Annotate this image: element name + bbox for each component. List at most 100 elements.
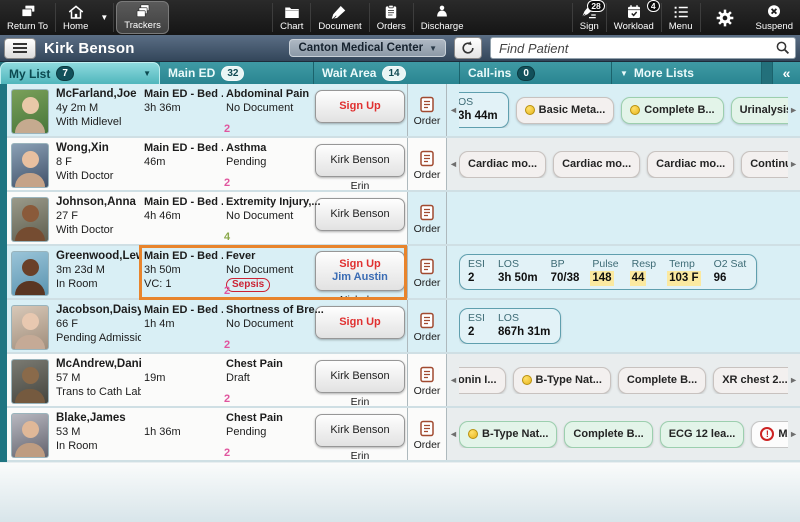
patient-name[interactable]: Wong,Xin: [56, 141, 138, 155]
result-chip[interactable]: onin I...: [459, 366, 506, 394]
sepsis-flag[interactable]: Sepsis: [226, 278, 271, 292]
scroll-right-icon[interactable]: ►: [789, 373, 798, 387]
suspend-button[interactable]: Suspend: [749, 0, 800, 35]
vitals-chip[interactable]: OS 3h 44m: [459, 92, 509, 128]
vitals-chip[interactable]: ESI 2 LOS 867h 31m: [459, 308, 562, 344]
facility-selector[interactable]: Canton Medical Center ▼: [289, 39, 446, 57]
result-chip[interactable]: Complete B...: [617, 366, 707, 394]
chief-complaint: Fever: [226, 250, 256, 262]
tab-wait-area[interactable]: Wait Area 14: [314, 62, 460, 84]
settings-button[interactable]: [701, 0, 749, 35]
provider-assign-button[interactable]: Kirk Benson: [315, 198, 405, 231]
patient-row[interactable]: Johnson,Anna 27 F With Doctor Main ED - …: [7, 192, 800, 246]
patient-photo[interactable]: [11, 305, 49, 350]
search-input[interactable]: [490, 37, 796, 59]
tab-my-list[interactable]: My List 7 ▼: [0, 62, 160, 84]
patient-photo[interactable]: [11, 89, 49, 134]
provider-assign-button[interactable]: Sign Up: [315, 90, 405, 123]
scroll-left-icon[interactable]: ◄: [449, 103, 458, 117]
patient-photo[interactable]: [11, 413, 49, 458]
result-chip[interactable]: Complete B...: [621, 96, 724, 124]
search-icon[interactable]: [774, 39, 792, 57]
provider-assign-button[interactable]: Kirk Benson: [315, 360, 405, 393]
patient-name[interactable]: Blake,James: [56, 411, 138, 425]
refresh-button[interactable]: [454, 37, 482, 59]
home-dropdown-caret[interactable]: ▼: [95, 0, 113, 35]
patient-photo[interactable]: [11, 143, 49, 188]
vitals-chip[interactable]: ESI 2 LOS 3h 50m BP 70/38 Pulse 148 Resp 44 Temp 10…: [459, 254, 758, 290]
patient-photo[interactable]: [11, 197, 49, 242]
patient-status: In Room: [56, 440, 98, 452]
vc-count: [144, 385, 220, 399]
return-to-button[interactable]: Return To: [0, 0, 55, 35]
toolbar-label: Orders: [376, 20, 406, 32]
discharge-button[interactable]: Discharge: [414, 0, 471, 35]
patient-name[interactable]: McAndrew,Daniel: [56, 357, 151, 371]
result-chip[interactable]: Continuous...: [741, 150, 788, 178]
patient-row[interactable]: Jacobson,Daisy 66 F Pending Admission Ma…: [7, 300, 800, 354]
result-chip[interactable]: Complete B...: [564, 420, 653, 448]
menu-button[interactable]: Menu: [662, 0, 700, 35]
trackers-button[interactable]: Trackers: [116, 1, 169, 34]
vital-column: Resp 44: [629, 258, 657, 286]
result-chip[interactable]: !MAR: [751, 420, 788, 448]
patient-row[interactable]: Wong,Xin 8 F With Doctor Main ED - Bed .…: [7, 138, 800, 192]
patient-row[interactable]: Blake,James 53 M In Room 1h 36m Chest Pa…: [7, 408, 800, 462]
vc-count: VC: 1: [144, 278, 172, 290]
scroll-left-icon[interactable]: ◄: [449, 157, 458, 171]
result-chip[interactable]: ECG 12 lea...: [659, 420, 745, 448]
document-button[interactable]: Document: [311, 0, 368, 35]
provider-assign-button[interactable]: Sign Up: [315, 306, 405, 339]
chart-button[interactable]: Chart: [273, 0, 310, 35]
chevron-down-icon[interactable]: ▼: [143, 69, 151, 78]
collapse-panel-button[interactable]: «: [772, 62, 800, 84]
provider-assign-button[interactable]: Kirk Benson: [315, 144, 405, 177]
tab-main-ed[interactable]: Main ED 32: [160, 62, 314, 84]
patient-photo[interactable]: [11, 359, 49, 404]
result-chip[interactable]: Urinalysis...: [730, 96, 788, 124]
patient-row[interactable]: McAndrew,Daniel 57 M Trans to Cath Lab 1…: [7, 354, 800, 408]
provider-assign-button[interactable]: Sign Up Jim Austin: [315, 251, 405, 291]
order-button[interactable]: Order: [407, 84, 447, 136]
patient-name[interactable]: McFarland,Joe: [56, 87, 138, 101]
result-chip[interactable]: B-Type Nat...: [512, 366, 611, 394]
sign-button[interactable]: 28 Sign: [573, 0, 606, 35]
patient-photo[interactable]: [11, 251, 49, 296]
patient-age-sex: 4y 2m M: [56, 102, 99, 114]
workload-button[interactable]: 4 Workload: [607, 0, 661, 35]
order-button[interactable]: Order: [407, 138, 447, 190]
result-chip[interactable]: Cardiac mo...: [553, 150, 641, 178]
patient-name[interactable]: Jacobson,Daisy: [56, 303, 144, 317]
order-document-icon: [420, 96, 434, 112]
patient-name[interactable]: Johnson,Anna: [56, 195, 138, 209]
order-button[interactable]: Order: [407, 246, 447, 298]
patient-status: With Doctor: [56, 224, 114, 236]
order-button[interactable]: Order: [407, 408, 447, 460]
assign-primary-label: Kirk Benson: [330, 208, 390, 220]
home-button[interactable]: Home: [56, 0, 95, 35]
provider-assign-button[interactable]: Kirk Benson: [315, 414, 405, 447]
tab-more-lists[interactable]: ▼ More Lists: [612, 62, 762, 84]
scroll-left-icon[interactable]: ◄: [449, 373, 458, 387]
scroll-right-icon[interactable]: ►: [789, 157, 798, 171]
result-chip[interactable]: B-Type Nat...: [459, 420, 558, 448]
hamburger-menu-button[interactable]: [4, 37, 36, 59]
result-chip[interactable]: XR chest 2...: [713, 366, 788, 394]
result-chip[interactable]: Cardiac mo...: [647, 150, 735, 178]
order-button[interactable]: Order: [407, 300, 447, 352]
scroll-left-icon[interactable]: ◄: [449, 427, 458, 441]
vital-column: ESI 2: [468, 258, 485, 284]
vc-count: [144, 169, 220, 183]
scroll-right-icon[interactable]: ►: [789, 427, 798, 441]
scroll-right-icon[interactable]: ►: [789, 103, 798, 117]
patient-name[interactable]: Greenwood,Lewis: [56, 249, 154, 263]
order-button[interactable]: Order: [407, 354, 447, 406]
order-button[interactable]: Order: [407, 192, 447, 244]
tab-call-ins[interactable]: Call-ins 0: [460, 62, 612, 84]
result-chip[interactable]: Basic Meta...: [515, 96, 615, 124]
result-chip[interactable]: Cardiac mo...: [459, 150, 547, 178]
tab-label: My List: [9, 66, 51, 81]
orders-button[interactable]: Orders: [370, 0, 413, 35]
patient-row[interactable]: Greenwood,Lewis 3m 23d M In Room Main ED…: [7, 245, 800, 306]
patient-row[interactable]: McFarland,Joe 4y 2m M With Midlevel Main…: [7, 84, 800, 138]
